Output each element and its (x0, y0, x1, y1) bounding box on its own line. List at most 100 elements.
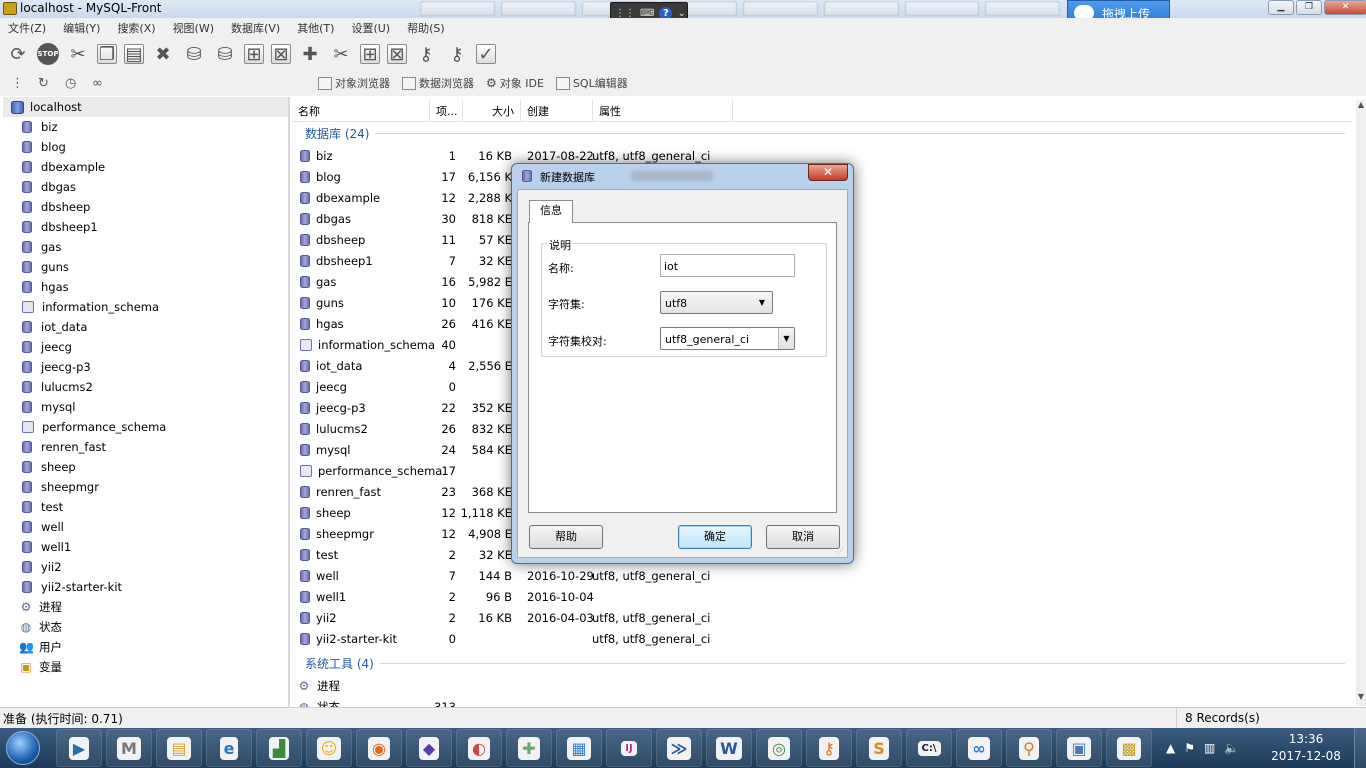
col-items[interactable]: 项... (430, 100, 463, 121)
tree-item-blog[interactable]: blog (0, 137, 288, 157)
table-delete-icon[interactable]: ⊠ (271, 44, 291, 65)
dialog-close-button[interactable]: ✕ (808, 164, 848, 181)
tree-tool-globe[interactable]: ◍ 状态 (0, 617, 288, 637)
taskbar-tool-app[interactable]: ✚ (506, 729, 552, 767)
resize-grip-icon[interactable]: ⋰ (837, 547, 845, 555)
tree-item-iot_data[interactable]: iot_data (0, 317, 288, 337)
name-input[interactable]: iot (660, 254, 795, 277)
taskbar-baidu-cloud[interactable]: ∞ (956, 729, 1002, 767)
db-add-icon[interactable]: ⛁ (182, 42, 206, 66)
vertical-scrollbar[interactable]: ▲ ▼ (1356, 100, 1366, 706)
taskbar-intellij[interactable]: IJ (606, 729, 652, 767)
tree-item-information_schema[interactable]: information_schema (0, 297, 288, 317)
stop-icon[interactable]: STOP (37, 43, 59, 65)
tree-item-yii2-starter-kit[interactable]: yii2-starter-kit (0, 577, 288, 597)
col-name[interactable]: 名称 (292, 100, 430, 121)
table-add-icon[interactable]: ⊞ (244, 44, 264, 65)
taskbar-word[interactable]: W (706, 729, 752, 767)
link-icon[interactable]: ∞ (92, 76, 108, 91)
scroll-up-icon[interactable]: ▲ (1356, 100, 1366, 114)
tree-item-renren_fast[interactable]: renren_fast (0, 437, 288, 457)
table-row[interactable]: ⚙ 进程 (292, 675, 456, 696)
tab-sql-editor[interactable]: SQL编辑器 (555, 75, 628, 91)
menu-view[interactable]: 视图(W) (173, 20, 214, 36)
tab-info[interactable]: 信息 (529, 200, 573, 223)
menu-help[interactable]: 帮助(S) (407, 20, 445, 36)
refresh-icon[interactable]: ⟳ (6, 42, 30, 66)
menu-settings[interactable]: 设置(U) (351, 20, 390, 36)
close-button[interactable]: ✕ (1324, 0, 1366, 15)
key-delete-icon[interactable]: ⚷ (445, 42, 469, 66)
taskbar-chrome[interactable]: ◎ (756, 729, 802, 767)
tree-item-dbexample[interactable]: dbexample (0, 157, 288, 177)
tree-item-gas[interactable]: gas (0, 237, 288, 257)
volume-icon[interactable]: 🔈 (1224, 741, 1239, 755)
taskbar-sublime[interactable]: S (856, 729, 902, 767)
maximize-button[interactable]: ❐ (1296, 0, 1322, 15)
taskbar-key-app[interactable]: ⚷ (806, 729, 852, 767)
tree-item-test[interactable]: test (0, 497, 288, 517)
taskbar-network-app[interactable]: ▦ (556, 729, 602, 767)
table-row[interactable]: yii2-starter-kit 0 utf8, utf8_general_ci (292, 628, 710, 649)
taskbar-visual-studio[interactable]: ◆ (406, 729, 452, 767)
table-row[interactable]: well 7 144 B 2016-10-29 utf8, utf8_general_c… (292, 565, 710, 586)
chevron-down-icon[interactable]: ⌄ (677, 8, 685, 19)
taskbar-computer[interactable]: ▣ (1056, 729, 1102, 767)
start-button[interactable] (0, 728, 46, 768)
tree-tool-users[interactable]: 👥 用户 (0, 637, 288, 657)
tree-item-dbsheep1[interactable]: dbsheep1 (0, 217, 288, 237)
menu-other[interactable]: 其他(T) (297, 20, 334, 36)
scroll-down-icon[interactable]: ▼ (1356, 692, 1366, 706)
tree-icon[interactable]: ⋮ (11, 76, 27, 91)
tree-item-sheep[interactable]: sheep (0, 457, 288, 477)
field-add-icon[interactable]: ✚ (298, 42, 322, 66)
tray-expand-icon[interactable]: ▲ (1166, 741, 1175, 755)
checklist-icon[interactable]: ✓ (476, 44, 496, 65)
delete-icon[interactable]: ✖ (151, 42, 175, 66)
tree-item-jeecg-p3[interactable]: jeecg-p3 (0, 357, 288, 377)
col-attrs[interactable]: 属性 (593, 100, 733, 121)
taskbar-ie[interactable]: e (206, 729, 252, 767)
table-row[interactable]: yii2 2 16 KB 2016-04-03 utf8, utf8_general_c… (292, 607, 710, 628)
taskbar-search-app[interactable]: ⚲ (1006, 729, 1052, 767)
menu-database[interactable]: 数据库(V) (231, 20, 280, 36)
tree-item-hgas[interactable]: hgas (0, 277, 288, 297)
menu-file[interactable]: 文件(Z) (8, 20, 46, 36)
ok-button[interactable]: 确定 (678, 525, 752, 549)
table-row[interactable]: well1 2 96 B 2016-10-04 (292, 586, 594, 607)
tree-item-mysql[interactable]: mysql (0, 397, 288, 417)
menu-search[interactable]: 搜索(X) (117, 20, 155, 36)
taskbar-qq[interactable]: ☺ (306, 729, 352, 767)
tree-item-performance_schema[interactable]: performance_schema (0, 417, 288, 437)
taskbar-file-explorer[interactable]: ▤ (156, 729, 202, 767)
cut-icon[interactable]: ✂ (66, 42, 90, 66)
tree-item-jeecg[interactable]: jeecg (0, 337, 288, 357)
db-delete-icon[interactable]: ⛁ (213, 42, 237, 66)
index-delete-icon[interactable]: ⊠ (387, 44, 407, 65)
copy-icon[interactable]: ❐ (97, 44, 117, 65)
paste-icon[interactable]: ▤ (124, 44, 144, 65)
tree-tool-box[interactable]: ▣ 变量 (0, 657, 288, 677)
taskbar-chart-app[interactable]: ▟ (256, 729, 302, 767)
tree-root[interactable]: localhost (3, 97, 288, 117)
clock-icon[interactable]: ◷ (65, 76, 81, 91)
minimize-button[interactable]: ▁ (1268, 0, 1294, 15)
taskbar-remote-app[interactable]: ▩ (1106, 729, 1152, 767)
database-tree[interactable]: localhost biz blog dbexample dbgas dbsheep db… (0, 97, 290, 707)
keyboard-icon[interactable]: ⌨ (640, 8, 654, 19)
tree-item-yii2[interactable]: yii2 (0, 557, 288, 577)
menu-edit[interactable]: 编辑(Y) (63, 20, 100, 36)
field-delete-icon[interactable]: ✂ (329, 42, 353, 66)
charset-select[interactable]: utf8 ▼ (660, 291, 773, 314)
flag-icon[interactable]: ⚑ (1184, 741, 1195, 755)
taskbar-mysql-front[interactable]: M (106, 729, 152, 767)
col-size[interactable]: 大小 (463, 100, 521, 121)
collation-select[interactable]: utf8_general_ci ▼ (660, 327, 795, 350)
tree-item-guns[interactable]: guns (0, 257, 288, 277)
table-row[interactable]: ◍ 状态 313 (292, 696, 456, 708)
taskbar-browser-app[interactable]: ◐ (456, 729, 502, 767)
tree-item-biz[interactable]: biz (0, 117, 288, 137)
tree-item-dbsheep[interactable]: dbsheep (0, 197, 288, 217)
help-button[interactable]: 帮助 (529, 525, 603, 549)
tree-item-well1[interactable]: well1 (0, 537, 288, 557)
